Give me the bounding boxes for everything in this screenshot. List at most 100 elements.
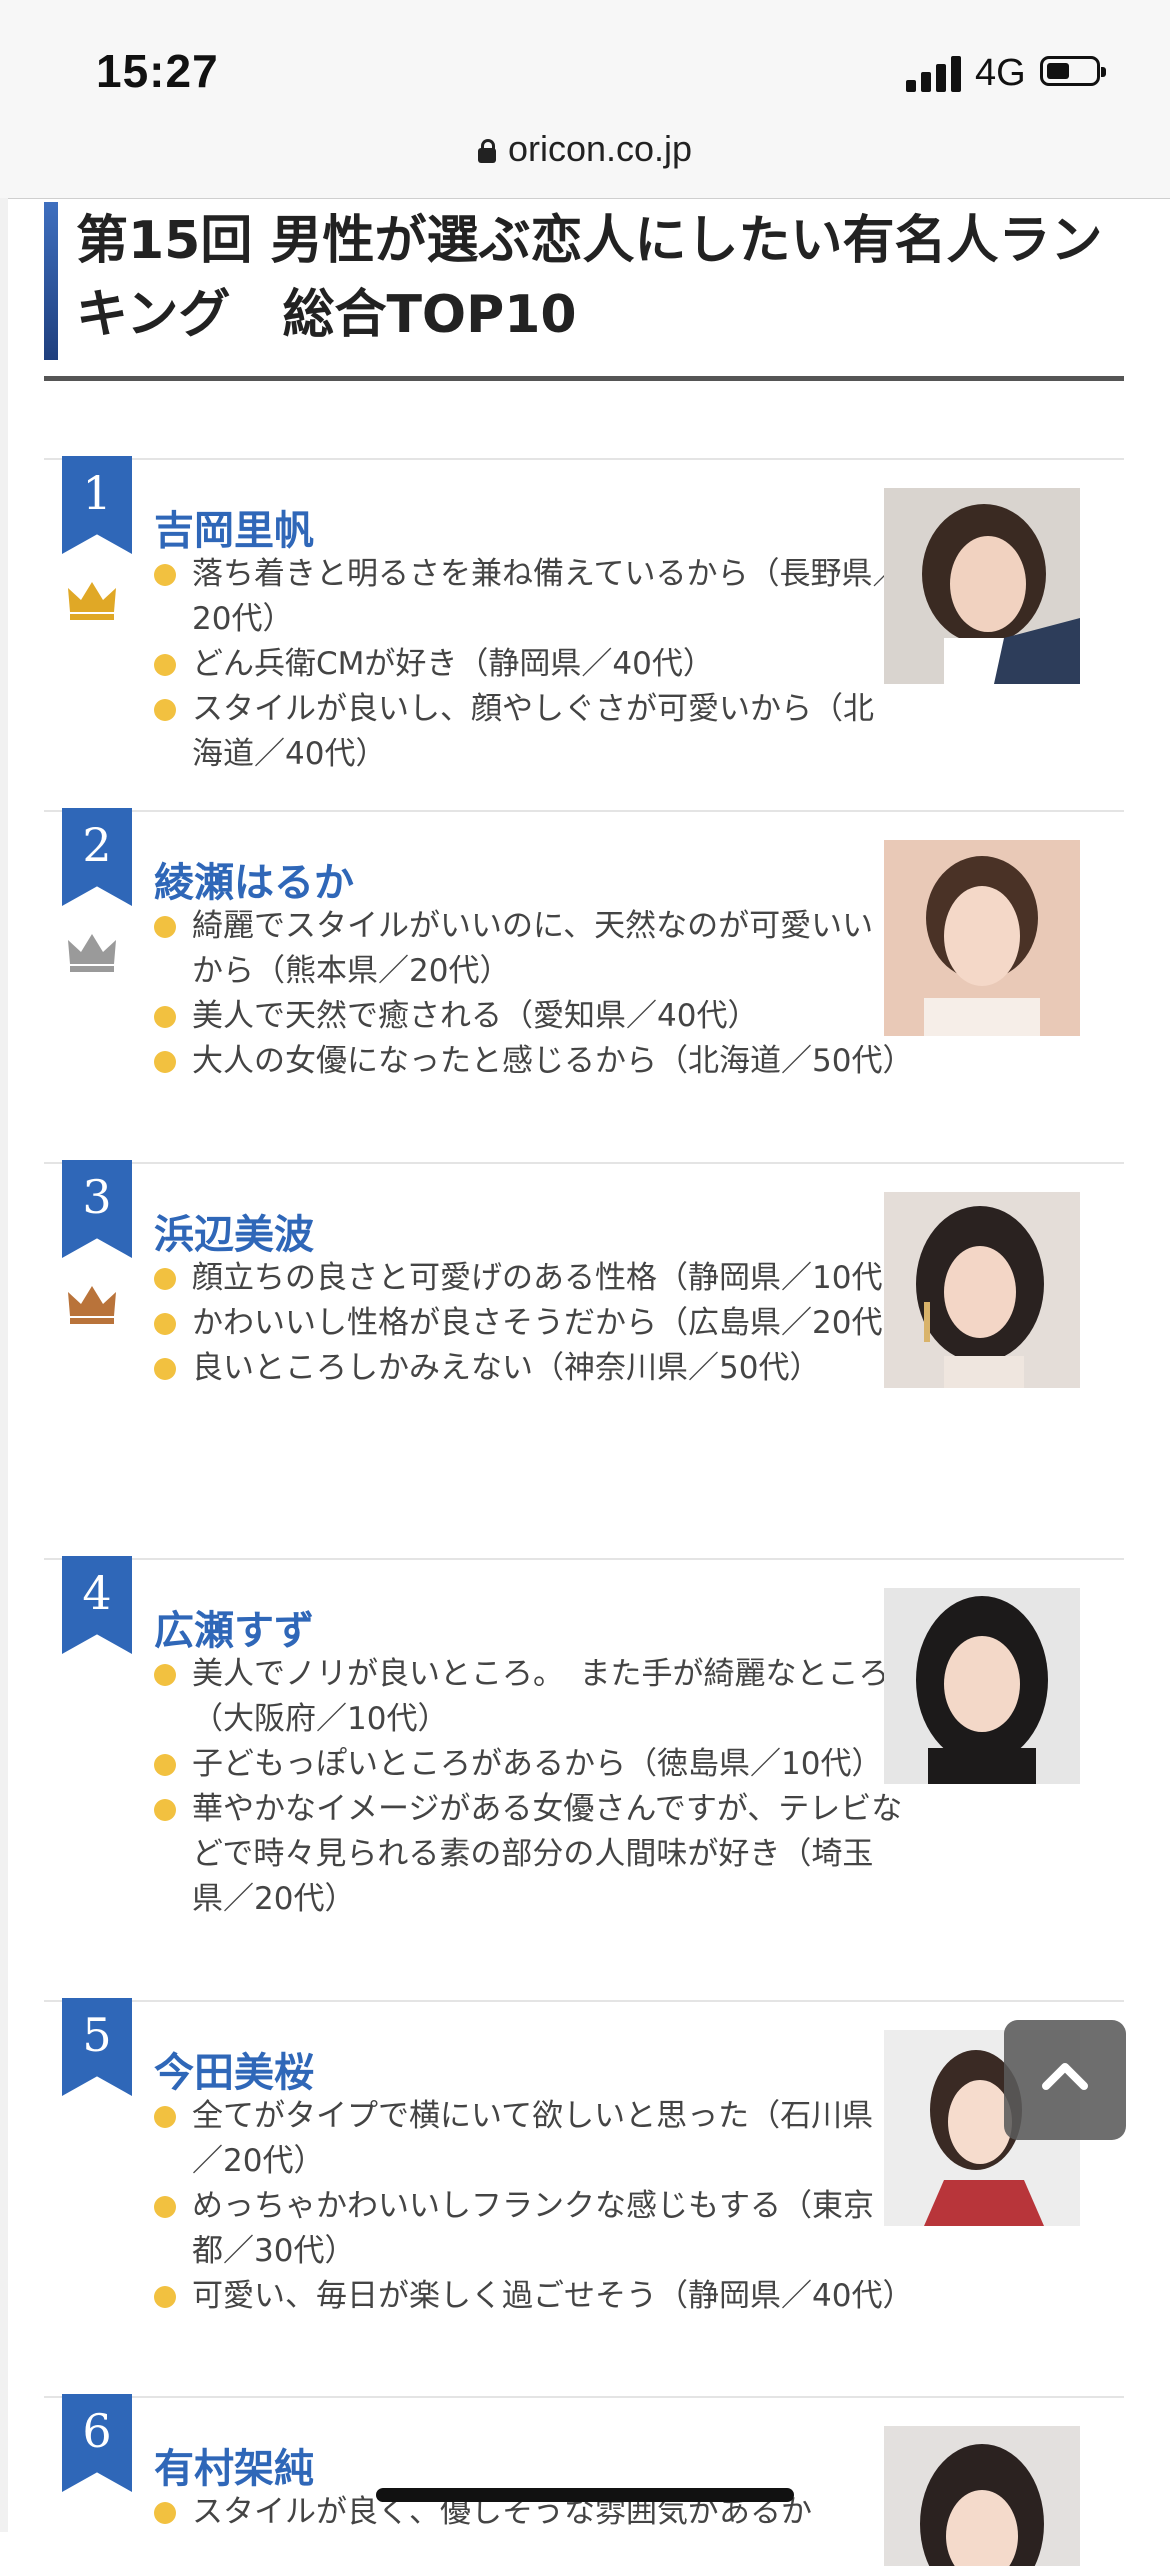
comment-item: 華やかなイメージがある女優さんですが、テレビなどで時々見られる素の部分の人間味が… <box>152 1787 904 1922</box>
comment-item: 可愛い、毎日が楽しく過ごせそう（静岡県／40代） <box>152 2274 913 2319</box>
bullet-icon <box>154 2286 176 2308</box>
page-title: 第15回 男性が選ぶ恋人にしたい有名人ラン キング 総合TOP10 <box>76 211 1103 345</box>
celebrity-photo <box>884 1588 1080 1784</box>
comment-item: めっちゃかわいいしフランクな感じもする（東京都／30代） <box>152 2184 904 2274</box>
celebrity-name-link[interactable]: 吉岡里帆 <box>154 498 314 556</box>
comment-item: 落ち着きと明るさを兼ね備えているから（長野県／20代） <box>152 552 904 642</box>
comment-item: 美人で天然で癒される（愛知県／40代） <box>152 994 904 1039</box>
chevron-up-icon <box>1042 2063 1088 2090</box>
ranking-item: 5 今田美桜 全てがタイプで横にいて欲しいと思った（石川県／20代） めっちゃか… <box>44 1998 1124 2396</box>
signal-icon <box>906 56 962 92</box>
comment-text: 美人で天然で癒される（愛知県／40代） <box>192 998 759 1034</box>
comment-text: かわいいし性格が良さそうだから（広島県／20代） <box>192 1305 914 1341</box>
silver-crown-icon <box>68 934 116 972</box>
bronze-crown-icon <box>68 1286 116 1324</box>
rank-number: 2 <box>82 818 112 872</box>
rank-number: 5 <box>82 2008 112 2062</box>
comment-item: どん兵衛CMが好き（静岡県／40代） <box>152 642 904 687</box>
bullet-icon <box>154 699 176 721</box>
celebrity-name-link[interactable]: 有村架純 <box>154 2436 314 2494</box>
comment-text: 美人でノリが良いところ。 また手が綺麗なところ（大阪府／10代） <box>192 1656 890 1737</box>
url-text: oricon.co.jp <box>507 128 693 169</box>
comment-item: かわいいし性格が良さそうだから（広島県／20代） <box>152 1301 913 1346</box>
rank-ribbon: 6 <box>62 2394 132 2492</box>
celebrity-name-link[interactable]: 綾瀬はるか <box>154 850 354 908</box>
comment-list: 綺麗でスタイルがいいのに、天然なのが可愛いいから（熊本県／20代） 美人で天然で… <box>152 904 913 1084</box>
bullet-icon <box>154 1754 176 1776</box>
ranking-item: 4 広瀬すず 美人でノリが良いところ。 また手が綺麗なところ（大阪府／10代） … <box>44 1556 1124 2000</box>
bullet-icon <box>154 1664 176 1686</box>
bullet-icon <box>154 1051 176 1073</box>
lock-icon <box>477 139 496 163</box>
celebrity-photo <box>884 488 1080 684</box>
comment-text: どん兵衛CMが好き（静岡県／40代） <box>192 646 714 682</box>
comment-text: 大人の女優になったと感じるから（北海道／50代） <box>192 1043 914 1079</box>
heading-divider <box>44 376 1124 381</box>
bullet-icon <box>154 1268 176 1290</box>
comment-text: 綺麗でスタイルがいいのに、天然なのが可愛いいから（熊本県／20代） <box>192 908 874 989</box>
comment-text: 子どもっぽいところがあるから（徳島県／10代） <box>192 1746 883 1782</box>
gold-crown-icon <box>68 582 116 620</box>
comment-item: 全てがタイプで横にいて欲しいと思った（石川県／20代） <box>152 2094 904 2184</box>
bullet-icon <box>154 1006 176 1028</box>
comment-text: 落ち着きと明るさを兼ね備えているから（長野県／20代） <box>192 556 904 637</box>
comment-list: 落ち着きと明るさを兼ね備えているから（長野県／20代） どん兵衛CMが好き（静岡… <box>152 552 904 777</box>
url-display[interactable]: oricon.co.jp <box>0 128 1170 170</box>
comment-text: 良いところしかみえない（神奈川県／50代） <box>192 1350 821 1386</box>
home-indicator[interactable] <box>376 2488 794 2502</box>
rank-number: 1 <box>82 466 112 520</box>
bullet-icon <box>154 2106 176 2128</box>
comment-list: 顔立ちの良さと可愛げのある性格（静岡県／10代） かわいいし性格が良さそうだから… <box>152 1256 913 1391</box>
bullet-icon <box>154 1358 176 1380</box>
comment-item: 顔立ちの良さと可愛げのある性格（静岡県／10代） <box>152 1256 913 1301</box>
rank-ribbon: 4 <box>62 1556 132 1654</box>
back-to-top-button[interactable] <box>1004 2020 1126 2140</box>
battery-icon <box>1040 56 1106 86</box>
ranking-item: 1 吉岡里帆 落ち着きと明るさを兼ね備えているから（長野県／20代） どん兵衛C… <box>44 456 1124 810</box>
celebrity-name-link[interactable]: 広瀬すず <box>154 1598 314 1656</box>
bullet-icon <box>154 2502 176 2524</box>
network-type: 4G <box>975 52 1026 94</box>
comment-text: 華やかなイメージがある女優さんですが、テレビなどで時々見られる素の部分の人間味が… <box>192 1791 903 1917</box>
comment-item: 美人でノリが良いところ。 また手が綺麗なところ（大阪府／10代） <box>152 1652 904 1742</box>
rank-number: 6 <box>82 2404 112 2458</box>
celebrity-name-link[interactable]: 今田美桜 <box>154 2040 314 2098</box>
bullet-icon <box>154 564 176 586</box>
ranking-heading: 第15回 男性が選ぶ恋人にしたい有名人ラン キング 総合TOP10 <box>44 200 1124 382</box>
ranking-list: 1 吉岡里帆 落ち着きと明るさを兼ね備えているから（長野県／20代） どん兵衛C… <box>44 456 1124 2566</box>
heading-accent-bar <box>44 202 58 360</box>
comment-item: 良いところしかみえない（神奈川県／50代） <box>152 1346 904 1391</box>
ranking-item: 2 綾瀬はるか 綺麗でスタイルがいいのに、天然なのが可愛いいから（熊本県／20代… <box>44 808 1124 1162</box>
bullet-icon <box>154 654 176 676</box>
comment-list: 美人でノリが良いところ。 また手が綺麗なところ（大阪府／10代） 子どもっぽいと… <box>152 1652 904 1922</box>
comment-text: 顔立ちの良さと可愛げのある性格（静岡県／10代） <box>192 1260 914 1296</box>
page-edge <box>0 198 8 2532</box>
rank-ribbon: 2 <box>62 808 132 906</box>
comment-item: スタイルが良いし、顔やしぐさが可愛いから（北海道／40代） <box>152 687 904 777</box>
celebrity-name-link[interactable]: 浜辺美波 <box>154 1202 314 1260</box>
bullet-icon <box>154 1313 176 1335</box>
ranking-item: 3 浜辺美波 顔立ちの良さと可愛げのある性格（静岡県／10代） かわいいし性格が… <box>44 1160 1124 1558</box>
bullet-icon <box>154 916 176 938</box>
rank-ribbon: 3 <box>62 1160 132 1258</box>
rank-number: 4 <box>82 1566 112 1620</box>
address-bar[interactable]: oricon.co.jp <box>0 110 1170 199</box>
bullet-icon <box>154 1799 176 1821</box>
comment-text: めっちゃかわいいしフランクな感じもする（東京都／30代） <box>192 2188 874 2269</box>
celebrity-photo <box>884 2426 1080 2566</box>
celebrity-photo <box>884 1192 1080 1388</box>
comment-list: 全てがタイプで横にいて欲しいと思った（石川県／20代） めっちゃかわいいしフラン… <box>152 2094 913 2319</box>
comment-text: スタイルが良いし、顔やしぐさが可愛いから（北海道／40代） <box>192 691 874 772</box>
rank-number: 3 <box>82 1170 112 1224</box>
comment-item: 綺麗でスタイルがいいのに、天然なのが可愛いいから（熊本県／20代） <box>152 904 904 994</box>
ranking-item: 6 有村架純 スタイルが良く、優しそうな雰囲気があるか <box>44 2394 1124 2566</box>
comment-item: 大人の女優になったと感じるから（北海道／50代） <box>152 1039 913 1084</box>
comment-item: 子どもっぽいところがあるから（徳島県／10代） <box>152 1742 904 1787</box>
comment-text: 可愛い、毎日が楽しく過ごせそう（静岡県／40代） <box>192 2278 914 2314</box>
clock: 15:27 <box>96 45 219 97</box>
celebrity-photo <box>884 840 1080 1036</box>
rank-ribbon: 5 <box>62 1998 132 2096</box>
bullet-icon <box>154 2196 176 2218</box>
comment-text: 全てがタイプで横にいて欲しいと思った（石川県／20代） <box>192 2098 874 2179</box>
rank-ribbon: 1 <box>62 456 132 554</box>
